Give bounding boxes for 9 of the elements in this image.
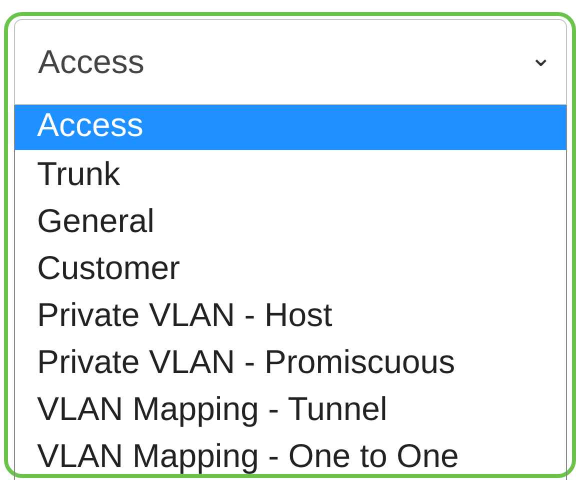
dropdown-option[interactable]: General [15,197,566,244]
dropdown-option[interactable]: VLAN Mapping - Tunnel [15,385,566,432]
caret-icon: ⌄ [530,44,552,70]
dropdown-option[interactable]: VLAN Mapping - One to One [15,432,566,479]
dropdown-option[interactable]: Private VLAN - Promiscuous [15,338,566,385]
dropdown-option[interactable]: Trunk [15,150,566,197]
mode-select[interactable]: Access ⌄ [14,19,567,105]
dropdown-option[interactable]: Private VLAN - Host [15,291,566,338]
dropdown-option[interactable]: Customer [15,244,566,291]
